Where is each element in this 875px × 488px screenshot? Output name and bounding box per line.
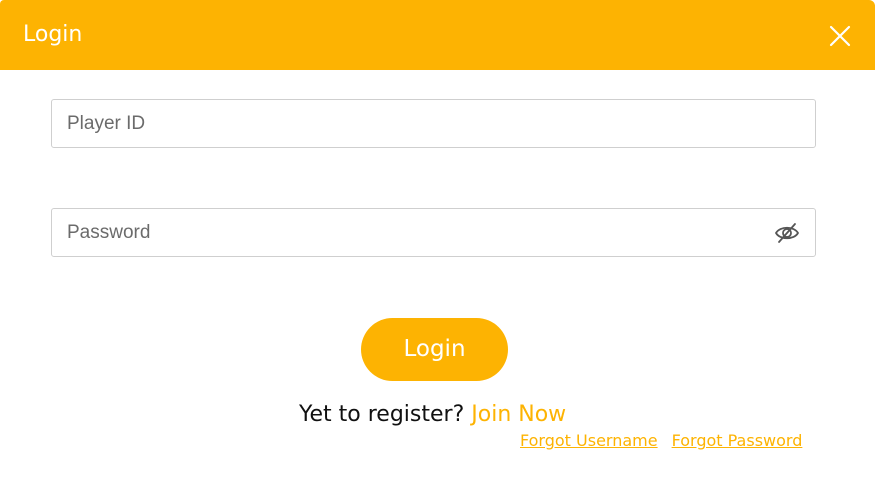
login-modal: Login Login Yet to register? Join Now Fo… bbox=[0, 0, 875, 488]
close-icon bbox=[829, 25, 851, 47]
password-field bbox=[51, 208, 816, 257]
join-now-link[interactable]: Join Now bbox=[471, 402, 566, 427]
player-id-input[interactable] bbox=[52, 100, 815, 147]
close-button[interactable] bbox=[826, 22, 854, 50]
modal-title: Login bbox=[23, 22, 83, 47]
forgot-password-link[interactable]: Forgot Password bbox=[672, 431, 803, 450]
password-input[interactable] bbox=[52, 209, 815, 256]
forgot-username-link[interactable]: Forgot Username bbox=[520, 431, 658, 450]
password-visibility-toggle[interactable] bbox=[774, 221, 800, 245]
eye-slash-icon bbox=[775, 223, 799, 243]
register-prompt: Yet to register? bbox=[299, 402, 472, 427]
register-prompt-line: Yet to register? Join Now bbox=[299, 400, 566, 430]
player-id-field bbox=[51, 99, 816, 148]
login-button[interactable]: Login bbox=[361, 318, 508, 381]
modal-header: Login bbox=[0, 0, 875, 70]
forgot-links: Forgot Username Forgot Password bbox=[520, 430, 802, 452]
